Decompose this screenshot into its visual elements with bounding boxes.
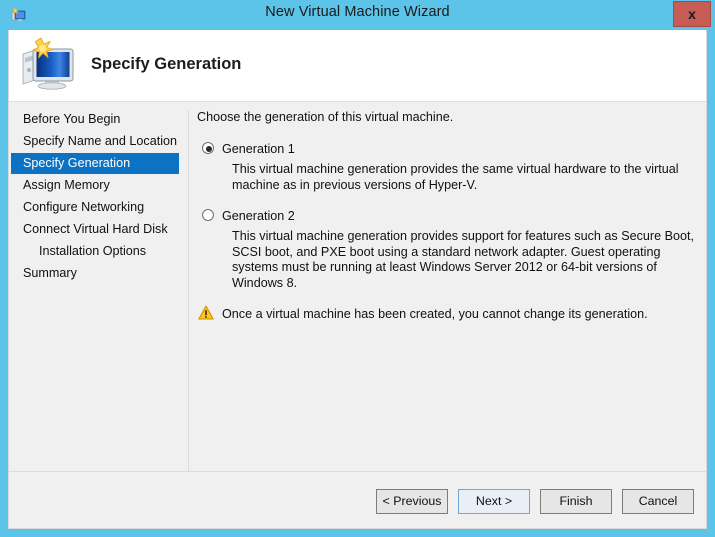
finish-button[interactable]: Finish [540,489,612,514]
generation-2-row[interactable]: Generation 2 [197,207,697,225]
generation-1-radio[interactable] [202,142,214,154]
sidebar-item-before-you-begin[interactable]: Before You Begin [11,109,179,130]
next-button[interactable]: Next > [458,489,530,514]
warning-text: Once a virtual machine has been created,… [222,307,648,321]
generation-warning: Once a virtual machine has been created,… [197,305,697,323]
close-button[interactable]: x [673,1,711,27]
wizard-footer: < Previous Next > Finish Cancel [9,472,706,528]
close-icon: x [688,6,696,22]
sidebar-item-specify-generation[interactable]: Specify Generation [11,153,179,174]
page-title: Specify Generation [91,55,242,73]
title-bar: New Virtual Machine Wizard x [0,0,715,30]
sidebar-item-configure-networking[interactable]: Configure Networking [11,197,179,218]
sidebar-item-summary[interactable]: Summary [11,263,179,284]
generation-1-row[interactable]: Generation 1 [197,140,697,158]
generation-2-description: This virtual machine generation provides… [232,229,695,290]
cancel-button[interactable]: Cancel [622,489,694,514]
sidebar-item-specify-name-and-location[interactable]: Specify Name and Location [11,131,179,152]
generation-2-radio[interactable] [202,209,214,221]
radio-selected-dot [206,146,212,152]
wizard-header: Specify Generation [9,30,706,102]
wizard-dialog: Specify Generation Before You Begin Spec… [8,30,707,529]
generation-2-label: Generation 2 [222,209,295,223]
warning-triangle-icon [198,305,214,320]
wizard-content: Choose the generation of this virtual ma… [197,110,697,323]
wizard-window: New Virtual Machine Wizard x Specify Gen… [0,0,715,537]
previous-button[interactable]: < Previous [376,489,448,514]
sidebar-item-installation-options[interactable]: Installation Options [11,241,179,262]
generation-1-label: Generation 1 [222,142,295,156]
content-intro-text: Choose the generation of this virtual ma… [197,110,454,124]
new-virtual-machine-icon [17,36,79,94]
generation-1-description: This virtual machine generation provides… [232,162,679,192]
sidebar-divider [188,110,189,492]
sidebar-item-connect-virtual-hard-disk[interactable]: Connect Virtual Hard Disk [11,219,179,240]
wizard-steps-sidebar: Before You Begin Specify Name and Locati… [9,103,179,491]
sidebar-item-assign-memory[interactable]: Assign Memory [11,175,179,196]
window-title: New Virtual Machine Wizard [265,4,450,20]
